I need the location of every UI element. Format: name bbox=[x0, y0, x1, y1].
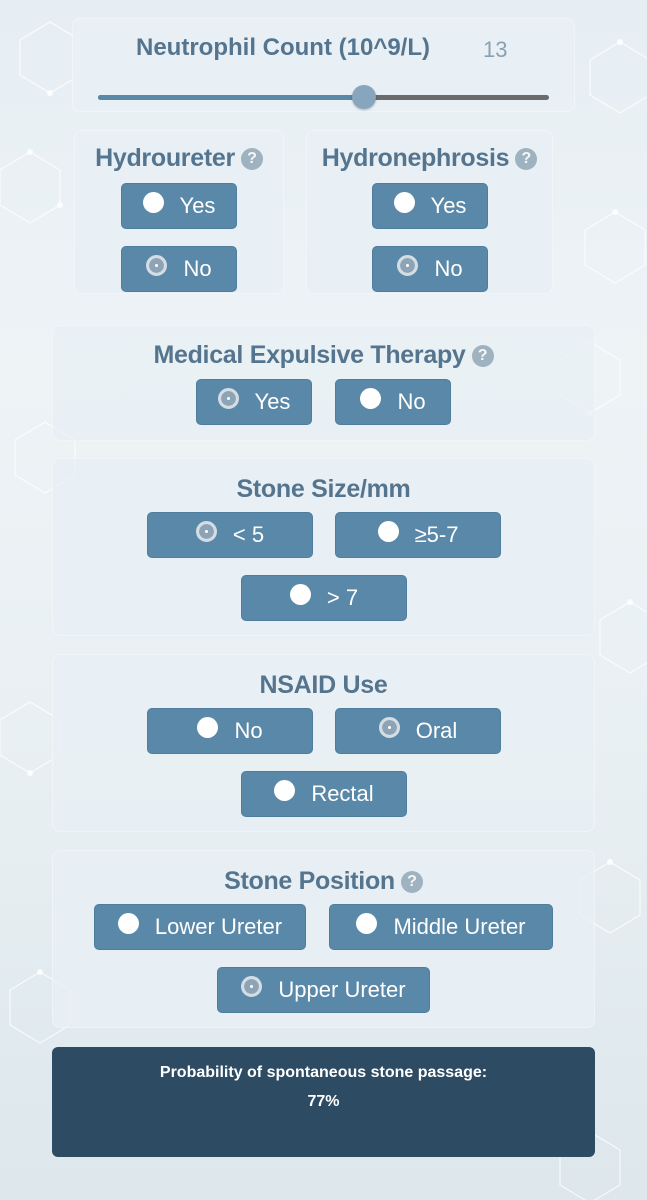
option-label: < 5 bbox=[232, 522, 265, 547]
nsaid-title: NSAID Use bbox=[52, 671, 595, 700]
radio-unselected-icon bbox=[289, 583, 311, 605]
stone-position-label: Stone Position bbox=[224, 867, 395, 895]
neutrophil-label: Neutrophil Count (10^9/L) bbox=[136, 34, 430, 61]
met-no-option[interactable]: No bbox=[335, 379, 451, 425]
result-label: Probability of spontaneous stone passage… bbox=[159, 1064, 488, 1081]
met-card: Medical Expulsive Therapy? Yes No bbox=[52, 325, 595, 441]
option-label: Oral bbox=[415, 718, 458, 743]
hydroureter-label: Hydroureter bbox=[95, 144, 235, 172]
option-label: Yes bbox=[254, 389, 291, 414]
nsaid-no-option[interactable]: No bbox=[147, 708, 313, 754]
hydroureter-yes-option[interactable]: Yes bbox=[121, 183, 237, 229]
radio-unselected-icon bbox=[393, 191, 415, 213]
stone-position-card: Stone Position? Lower Ureter Middle Uret… bbox=[52, 850, 595, 1028]
stone-size-label: Stone Size/mm bbox=[236, 475, 411, 503]
stone-size-lt5-option[interactable]: < 5 bbox=[147, 512, 313, 558]
hydronephrosis-label: Hydronephrosis bbox=[321, 144, 510, 172]
option-label: No bbox=[183, 256, 212, 281]
met-label: Medical Expulsive Therapy bbox=[153, 341, 466, 369]
help-icon[interactable]: ? bbox=[471, 345, 494, 367]
nsaid-label: NSAID Use bbox=[259, 671, 388, 699]
option-label: Rectal bbox=[311, 781, 374, 806]
radio-unselected-icon bbox=[197, 716, 219, 738]
radio-selected-icon bbox=[378, 716, 400, 738]
radio-selected-icon bbox=[146, 254, 168, 276]
neutrophil-slider-thumb[interactable] bbox=[352, 85, 376, 109]
option-label: No bbox=[234, 718, 263, 743]
radio-unselected-icon bbox=[360, 387, 382, 409]
stone-position-middle-option[interactable]: Middle Ureter bbox=[329, 904, 553, 950]
option-label: No bbox=[434, 256, 463, 281]
radio-unselected-icon bbox=[274, 779, 296, 801]
radio-unselected-icon bbox=[377, 520, 399, 542]
radio-unselected-icon bbox=[356, 912, 378, 934]
nsaid-oral-option[interactable]: Oral bbox=[335, 708, 501, 754]
hydroureter-no-option[interactable]: No bbox=[121, 246, 237, 292]
result-panel: Probability of spontaneous stone passage… bbox=[52, 1047, 595, 1157]
stone-size-5to7-option[interactable]: ≥5-7 bbox=[335, 512, 501, 558]
stone-size-title: Stone Size/mm bbox=[52, 475, 595, 504]
option-label: > 7 bbox=[326, 585, 359, 610]
radio-unselected-icon bbox=[142, 191, 164, 213]
slider-track-fill bbox=[98, 95, 364, 100]
neutrophil-card: Neutrophil Count (10^9/L) 13 bbox=[72, 18, 575, 112]
option-label: Upper Ureter bbox=[278, 977, 406, 1002]
hydroureter-card: Hydroureter? Yes No bbox=[74, 130, 284, 294]
radio-selected-icon bbox=[195, 520, 217, 542]
hydronephrosis-title: Hydronephrosis? bbox=[306, 144, 553, 173]
radio-selected-icon bbox=[241, 975, 263, 997]
met-title: Medical Expulsive Therapy? bbox=[52, 341, 595, 370]
hydroureter-title: Hydroureter? bbox=[74, 144, 284, 173]
option-label: Lower Ureter bbox=[154, 914, 283, 939]
stone-position-lower-option[interactable]: Lower Ureter bbox=[94, 904, 306, 950]
option-label: No bbox=[397, 389, 426, 414]
result-value: 77% bbox=[307, 1093, 340, 1110]
nsaid-card: NSAID Use No Oral Rectal bbox=[52, 654, 595, 832]
help-icon[interactable]: ? bbox=[515, 148, 538, 170]
stone-size-gt7-option[interactable]: > 7 bbox=[241, 575, 407, 621]
radio-selected-icon bbox=[397, 254, 419, 276]
stone-size-card: Stone Size/mm < 5 ≥5-7 > 7 bbox=[52, 458, 595, 636]
stone-position-upper-option[interactable]: Upper Ureter bbox=[217, 967, 430, 1013]
help-icon[interactable]: ? bbox=[240, 148, 263, 170]
radio-unselected-icon bbox=[117, 912, 139, 934]
stone-position-title: Stone Position? bbox=[52, 867, 595, 896]
option-label: ≥5-7 bbox=[414, 522, 459, 547]
met-yes-option[interactable]: Yes bbox=[196, 379, 312, 425]
option-label: Yes bbox=[430, 193, 467, 218]
radio-selected-icon bbox=[217, 387, 239, 409]
option-label: Yes bbox=[179, 193, 216, 218]
neutrophil-value: 13 bbox=[483, 37, 508, 62]
hydronephrosis-card: Hydronephrosis? Yes No bbox=[306, 130, 553, 294]
nsaid-rectal-option[interactable]: Rectal bbox=[241, 771, 407, 817]
help-icon[interactable]: ? bbox=[400, 871, 423, 893]
hydronephrosis-no-option[interactable]: No bbox=[372, 246, 488, 292]
hydronephrosis-yes-option[interactable]: Yes bbox=[372, 183, 488, 229]
option-label: Middle Ureter bbox=[393, 914, 526, 939]
